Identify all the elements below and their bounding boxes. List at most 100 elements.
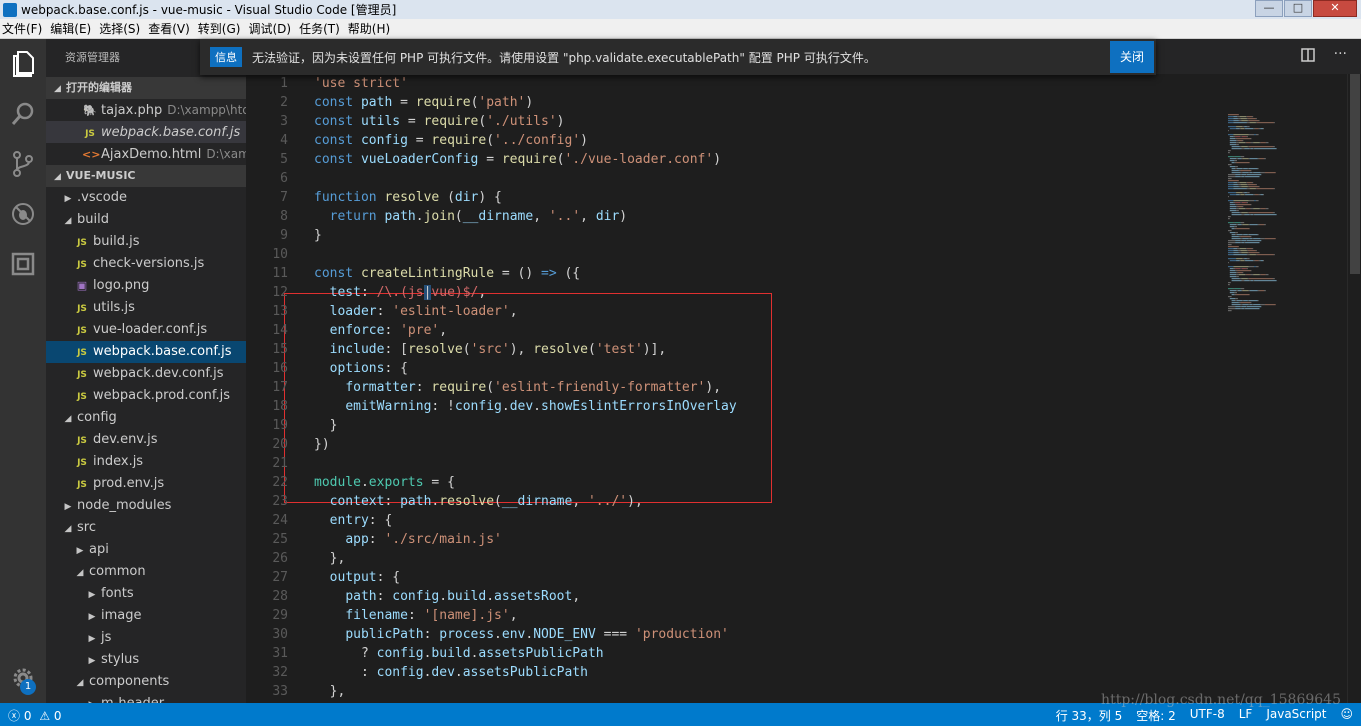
- cursor-position[interactable]: 行 33，列 5: [1056, 707, 1123, 724]
- folder-item[interactable]: ▶ node_modules: [46, 495, 246, 517]
- minimap-line: [1228, 120, 1234, 122]
- open-editor-item[interactable]: <>AjaxDemo.html D:\xamp...: [46, 143, 246, 165]
- file-item[interactable]: JS prod.env.js: [46, 473, 246, 495]
- file-item[interactable]: JS webpack.prod.conf.js: [46, 385, 246, 407]
- minimap-line: [1273, 146, 1275, 148]
- problems-indicator[interactable]: ⓧ 0 ⚠ 0: [8, 707, 62, 724]
- search-icon[interactable]: [8, 99, 38, 129]
- minimap-line: [1241, 252, 1248, 254]
- folder-item[interactable]: ◢ config: [46, 407, 246, 429]
- minimap-line: [1250, 148, 1254, 150]
- menu-edit[interactable]: 编辑(E): [48, 20, 97, 37]
- language-mode[interactable]: JavaScript: [1266, 707, 1326, 724]
- code-token: showEslintErrorsInOverlay: [541, 399, 737, 414]
- chevron-right-icon: ▶: [88, 590, 96, 600]
- folder-item[interactable]: ◢ build: [46, 209, 246, 231]
- minimap[interactable]: [1226, 74, 1346, 703]
- file-name: vue-loader.conf.js: [93, 322, 208, 337]
- menu-go[interactable]: 转到(G): [196, 20, 247, 37]
- minimap-line: [1255, 266, 1259, 268]
- code-line: 21: [246, 454, 1226, 473]
- minimap-line: [1248, 290, 1250, 292]
- extensions-icon[interactable]: [8, 249, 38, 279]
- minimap-line: [1248, 120, 1259, 122]
- menu-debug[interactable]: 调试(D): [246, 20, 297, 37]
- scrollbar-thumb[interactable]: [1350, 74, 1360, 274]
- file-item[interactable]: JS index.js: [46, 451, 246, 473]
- smiley-icon[interactable]: ☺: [1340, 707, 1353, 724]
- indentation[interactable]: 空格: 2: [1136, 707, 1176, 724]
- minimap-line: [1250, 236, 1252, 238]
- minimap-line: [1250, 170, 1252, 172]
- code-editor[interactable]: 1'use strict' 2 const path = require('path…: [246, 74, 1226, 703]
- code-token: include: [329, 342, 385, 357]
- code-token: = (): [494, 266, 541, 281]
- line-number: 4: [280, 133, 288, 148]
- maximize-button[interactable]: □: [1284, 0, 1312, 17]
- folder-item[interactable]: ◢ common: [46, 561, 246, 583]
- minimap-line: [1241, 214, 1245, 216]
- minimap-line: [1246, 142, 1251, 144]
- line-ending[interactable]: LF: [1239, 707, 1253, 724]
- folder-item[interactable]: ◢ src: [46, 517, 246, 539]
- minimap-line: [1242, 224, 1249, 226]
- vertical-scrollbar[interactable]: [1347, 74, 1361, 703]
- menu-tasks[interactable]: 任务(T): [297, 20, 346, 37]
- encoding[interactable]: UTF-8: [1190, 707, 1225, 724]
- minimap-line: [1260, 194, 1264, 196]
- js-file-icon: JS: [77, 458, 87, 468]
- file-item[interactable]: ▣ logo.png: [46, 275, 246, 297]
- file-name: utils.js: [93, 300, 135, 315]
- project-header[interactable]: ◢ VUE-MUSIC: [46, 165, 246, 187]
- minimap-line: [1229, 194, 1237, 196]
- file-item[interactable]: JS build.js: [46, 231, 246, 253]
- file-item[interactable]: JS dev.env.js: [46, 429, 246, 451]
- split-editor-icon[interactable]: [1301, 48, 1315, 66]
- notification-close-button[interactable]: 关闭: [1110, 41, 1154, 73]
- menu-file[interactable]: 文件(F): [0, 20, 48, 37]
- folder-name: common: [89, 564, 146, 579]
- minimap-line: [1237, 270, 1251, 272]
- more-actions-icon[interactable]: ···: [1334, 46, 1347, 62]
- folder-item[interactable]: ▶ .vscode: [46, 187, 246, 209]
- open-editors-header[interactable]: ◢ 打开的编辑器: [46, 77, 246, 99]
- files-icon[interactable]: [8, 49, 38, 79]
- menu-help[interactable]: 帮助(H): [346, 20, 396, 37]
- code-line: 15 include: [resolve('src'), resolve('te…: [246, 340, 1226, 359]
- file-item[interactable]: JS vue-loader.conf.js: [46, 319, 246, 341]
- folder-item[interactable]: ◢ components: [46, 671, 246, 693]
- minimap-line: [1235, 174, 1241, 176]
- folder-item[interactable]: ▶ js: [46, 627, 246, 649]
- folder-item[interactable]: ▶ image: [46, 605, 246, 627]
- open-editor-item[interactable]: 🐘 tajax.php D:\xampp\htdo...: [46, 99, 246, 121]
- minimap-line: [1240, 202, 1242, 204]
- debug-icon[interactable]: [8, 199, 38, 229]
- code-token: require: [431, 133, 487, 148]
- file-item[interactable]: JS check-versions.js: [46, 253, 246, 275]
- code-token: : !: [431, 399, 455, 414]
- file-item[interactable]: JS webpack.base.conf.js: [46, 341, 246, 363]
- folder-item[interactable]: ▶m-header: [46, 693, 246, 703]
- file-item[interactable]: JS webpack.dev.conf.js: [46, 363, 246, 385]
- open-editors-list: 🐘 tajax.php D:\xampp\htdo... JS webpack.base…: [46, 99, 246, 165]
- minimap-line: [1228, 296, 1232, 298]
- file-item[interactable]: JS utils.js: [46, 297, 246, 319]
- menu-view[interactable]: 查看(V): [146, 20, 196, 37]
- source-control-icon[interactable]: [8, 149, 38, 179]
- minimize-button[interactable]: —: [1255, 0, 1283, 17]
- code-line: 12 test: /\.(js|vue)$/,: [246, 283, 1226, 302]
- menu-selection[interactable]: 选择(S): [97, 20, 146, 37]
- folder-item[interactable]: ▶ stylus: [46, 649, 246, 671]
- open-editor-item[interactable]: JSwebpack.base.conf.jsbui...: [46, 121, 246, 143]
- minimap-line: [1234, 222, 1241, 224]
- folder-item[interactable]: ▶ fonts: [46, 583, 246, 605]
- close-window-button[interactable]: ✕: [1313, 0, 1357, 17]
- folder-item[interactable]: ▶ api: [46, 539, 246, 561]
- line-number: 18: [272, 399, 288, 414]
- minimap-line: [1240, 118, 1247, 120]
- minimap-line: [1253, 280, 1255, 282]
- code-token: const: [314, 266, 361, 281]
- code-token: :: [384, 323, 401, 338]
- minimap-line: [1240, 260, 1245, 262]
- code-token: 'eslint-friendly-formatter': [494, 380, 706, 395]
